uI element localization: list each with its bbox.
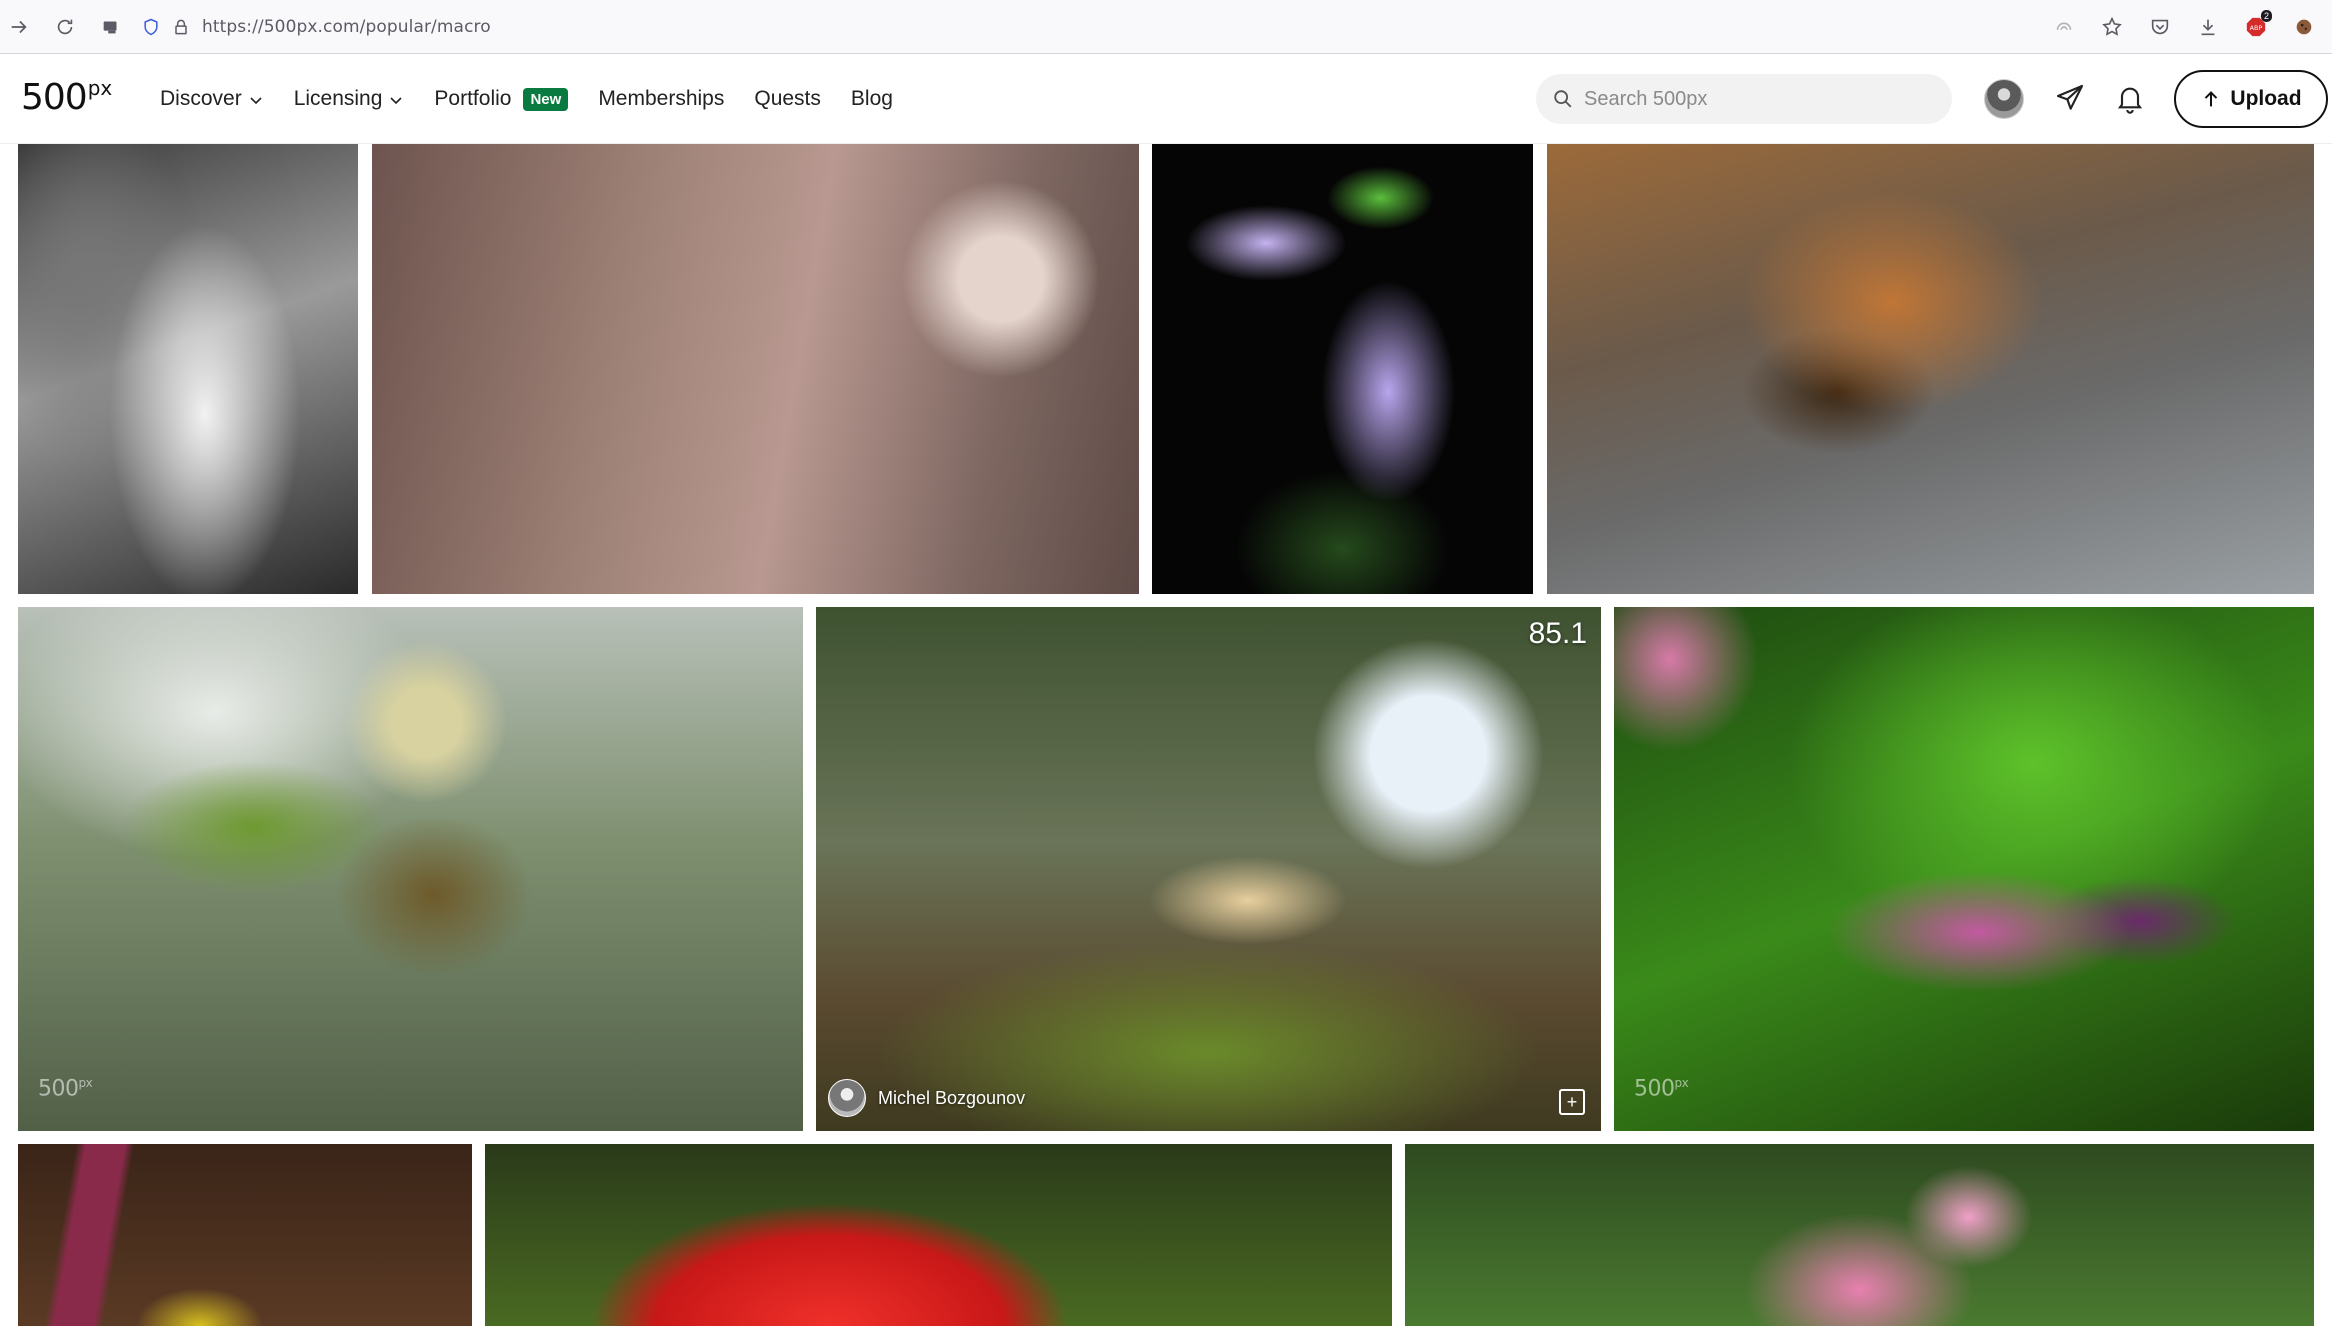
nav-portfolio[interactable]: Portfolio New xyxy=(434,87,569,111)
500px-watermark: 500px xyxy=(38,1075,93,1101)
photo-purple-bud[interactable]: 500px xyxy=(1614,607,2314,1131)
photo-purple-hosta[interactable] xyxy=(1152,144,1533,594)
site-header: 500px Discover Licensing Portfolio New M… xyxy=(0,54,2332,144)
adblock-extension-icon[interactable]: ABP 2 xyxy=(2238,10,2274,44)
cookie-extension-icon[interactable] xyxy=(2286,10,2322,44)
nav-blog[interactable]: Blog xyxy=(851,87,893,111)
search-icon xyxy=(1554,90,1572,108)
photo-stem-flower[interactable] xyxy=(18,1144,472,1326)
photo-butterfly[interactable]: 500px xyxy=(18,607,803,1131)
search-box[interactable] xyxy=(1536,74,1952,124)
photo-grass-stems[interactable] xyxy=(372,144,1139,594)
search-input[interactable] xyxy=(1584,87,1924,111)
reader-view-icon[interactable] xyxy=(2046,10,2082,44)
photo-mushroom[interactable]: 85.1 Michel Bozgounov + xyxy=(816,607,1601,1131)
nav-licensing[interactable]: Licensing xyxy=(294,87,405,111)
author-name[interactable]: Michel Bozgounov xyxy=(878,1088,1025,1109)
upload-button[interactable]: Upload xyxy=(2174,70,2328,128)
photo-author[interactable]: Michel Bozgounov xyxy=(828,1079,1025,1117)
send-icon[interactable] xyxy=(2052,80,2088,116)
svg-text:ABP: ABP xyxy=(2250,24,2263,32)
extension-badge-count: 2 xyxy=(2260,10,2272,22)
bookmark-star-icon[interactable] xyxy=(2094,10,2130,44)
reload-icon[interactable] xyxy=(48,10,82,44)
nav-quests[interactable]: Quests xyxy=(754,87,821,111)
nav-discover[interactable]: Discover xyxy=(160,87,264,111)
browser-toolbar: https://500px.com/popular/macro ABP 2 xyxy=(0,0,2332,54)
chevron-down-icon xyxy=(390,97,402,105)
shield-icon[interactable] xyxy=(136,12,166,42)
arrow-up-icon xyxy=(2205,91,2218,107)
extension-icon[interactable] xyxy=(94,10,128,44)
address-bar[interactable]: https://500px.com/popular/macro xyxy=(136,9,2196,45)
author-avatar[interactable] xyxy=(828,1079,866,1117)
url-text[interactable]: https://500px.com/popular/macro xyxy=(202,17,491,37)
photo-pink-flowers[interactable] xyxy=(1405,1144,2314,1326)
new-badge: New xyxy=(523,87,569,111)
add-to-gallery-icon[interactable]: + xyxy=(1559,1089,1585,1115)
chevron-down-icon xyxy=(250,97,262,105)
photo-bw-lily[interactable] xyxy=(18,144,358,594)
downloads-icon[interactable] xyxy=(2190,10,2226,44)
pulse-score: 85.1 xyxy=(1528,617,1587,650)
photo-wolf-spider[interactable] xyxy=(1547,144,2314,594)
forward-icon[interactable] xyxy=(2,10,36,44)
photo-red-poppy[interactable] xyxy=(485,1144,1392,1326)
pocket-icon[interactable] xyxy=(2142,10,2178,44)
nav-memberships[interactable]: Memberships xyxy=(598,87,724,111)
lock-icon[interactable] xyxy=(166,12,196,42)
bell-icon[interactable] xyxy=(2112,80,2148,116)
main-nav: Discover Licensing Portfolio New Members… xyxy=(160,54,923,144)
500px-watermark: 500px xyxy=(1634,1075,1689,1101)
500px-logo[interactable]: 500px xyxy=(21,76,112,118)
user-avatar[interactable] xyxy=(1984,79,2024,119)
